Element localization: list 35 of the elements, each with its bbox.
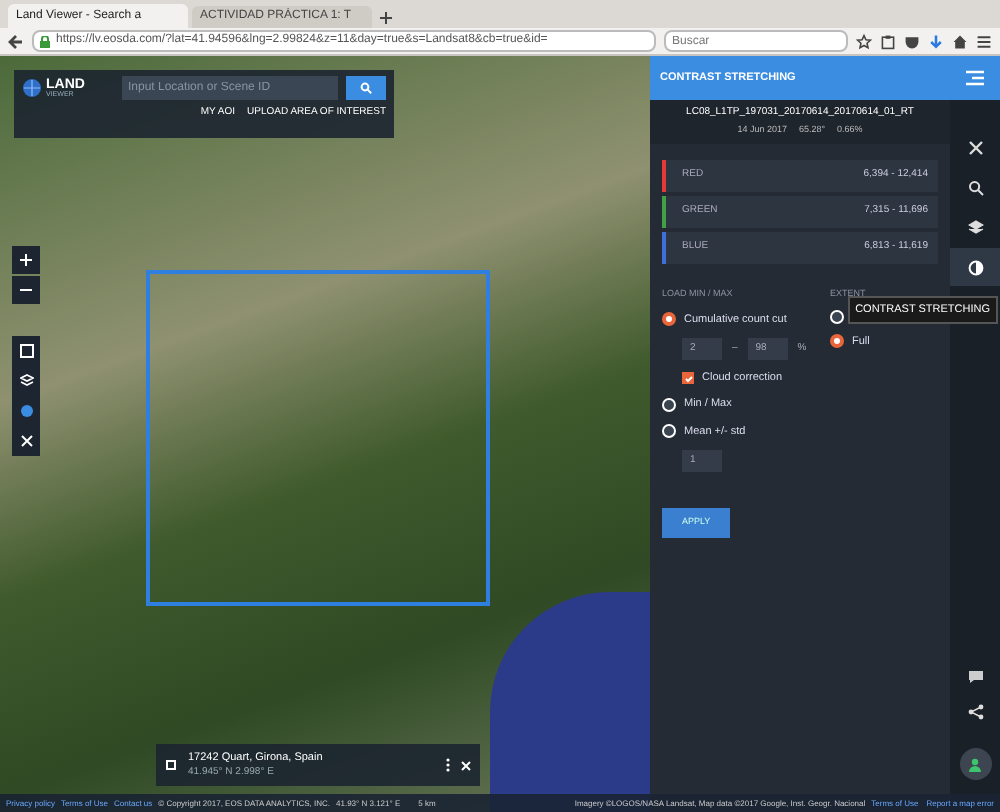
clipboard-icon[interactable] (880, 33, 896, 49)
minus-icon (20, 284, 32, 296)
cross-tools-icon (967, 139, 983, 155)
contrast-icon (967, 259, 983, 275)
user-avatar[interactable] (959, 748, 991, 780)
area-of-interest-outline[interactable] (146, 270, 490, 606)
crop-icon (164, 758, 178, 772)
download-icon[interactable] (928, 33, 944, 49)
person-icon (968, 757, 982, 771)
star-icon[interactable] (856, 33, 872, 49)
lock-icon (40, 35, 50, 47)
back-icon[interactable] (8, 33, 24, 49)
new-tab-button[interactable] (376, 8, 396, 28)
radio-button[interactable] (662, 312, 676, 327)
radio-button[interactable] (830, 334, 844, 349)
zoom-in-button[interactable] (12, 246, 40, 274)
list-icon (966, 70, 984, 86)
search-icon (967, 179, 983, 195)
panel-toggle-button[interactable] (950, 56, 1000, 100)
home-icon[interactable] (952, 33, 968, 49)
chat-icon[interactable] (967, 670, 983, 684)
pocket-icon[interactable] (904, 33, 920, 49)
rectangle-icon[interactable] (19, 344, 33, 358)
close-icon[interactable] (460, 759, 472, 771)
share-icon[interactable] (967, 704, 983, 720)
search-button[interactable] (346, 76, 386, 100)
zoom-out-button[interactable] (12, 276, 40, 304)
search-icon (360, 82, 372, 94)
sidebar-tool-button[interactable] (950, 248, 1000, 286)
plus-icon (380, 12, 392, 24)
layers-icon[interactable] (19, 374, 33, 388)
menu-icon[interactable] (976, 33, 992, 49)
plus-icon (20, 254, 32, 266)
checkbox[interactable] (682, 372, 694, 385)
layers-icon (967, 219, 983, 235)
